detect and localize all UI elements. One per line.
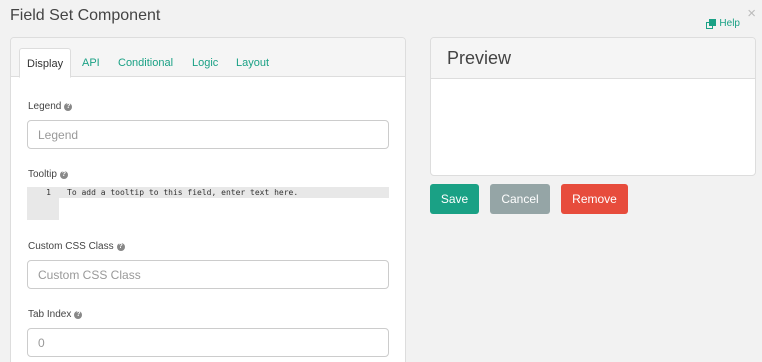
close-icon[interactable]: × xyxy=(747,6,756,21)
tab-index-label: Tab Index ? xyxy=(28,309,83,320)
preview-panel: Preview xyxy=(430,37,756,176)
tab-api[interactable]: API xyxy=(82,48,100,78)
tab-display[interactable]: Display xyxy=(19,48,72,78)
help-question-icon[interactable]: ? xyxy=(59,170,68,179)
tooltip-label-text: Tooltip xyxy=(28,169,57,180)
custom-css-label-text: Custom CSS Class xyxy=(28,241,114,252)
help-label: Help xyxy=(719,18,740,29)
help-link[interactable]: Help xyxy=(706,18,740,29)
editor-placeholder-text: To add a tooltip to this field, enter te… xyxy=(67,188,299,197)
help-question-icon[interactable]: ? xyxy=(64,102,73,111)
tab-bar: Display API Conditional Logic Layout xyxy=(11,38,405,78)
external-window-icon xyxy=(706,18,717,29)
tooltip-editor[interactable]: 1 To add a tooltip to this field, enter … xyxy=(27,187,389,220)
tab-conditional[interactable]: Conditional xyxy=(118,48,173,78)
legend-label-text: Legend xyxy=(28,101,62,112)
settings-panel: Display API Conditional Logic Layout Leg… xyxy=(10,37,406,362)
tab-index-input[interactable] xyxy=(27,328,389,357)
tab-index-label-text: Tab Index xyxy=(28,309,72,320)
preview-title: Preview xyxy=(431,38,755,79)
dialog-title: Field Set Component xyxy=(10,7,161,24)
help-question-icon[interactable]: ? xyxy=(74,310,83,319)
tooltip-label: Tooltip ? xyxy=(28,169,68,180)
legend-label: Legend ? xyxy=(28,101,73,112)
tab-layout[interactable]: Layout xyxy=(236,48,269,78)
custom-css-input[interactable] xyxy=(27,260,389,289)
editor-line-number: 1 xyxy=(46,188,51,197)
custom-css-label: Custom CSS Class ? xyxy=(28,241,125,252)
help-question-icon[interactable]: ? xyxy=(116,242,125,251)
save-button[interactable]: Save xyxy=(430,184,479,214)
tab-logic[interactable]: Logic xyxy=(192,48,218,78)
remove-button[interactable]: Remove xyxy=(561,184,628,214)
legend-input[interactable] xyxy=(27,120,389,149)
cancel-button[interactable]: Cancel xyxy=(490,184,550,214)
